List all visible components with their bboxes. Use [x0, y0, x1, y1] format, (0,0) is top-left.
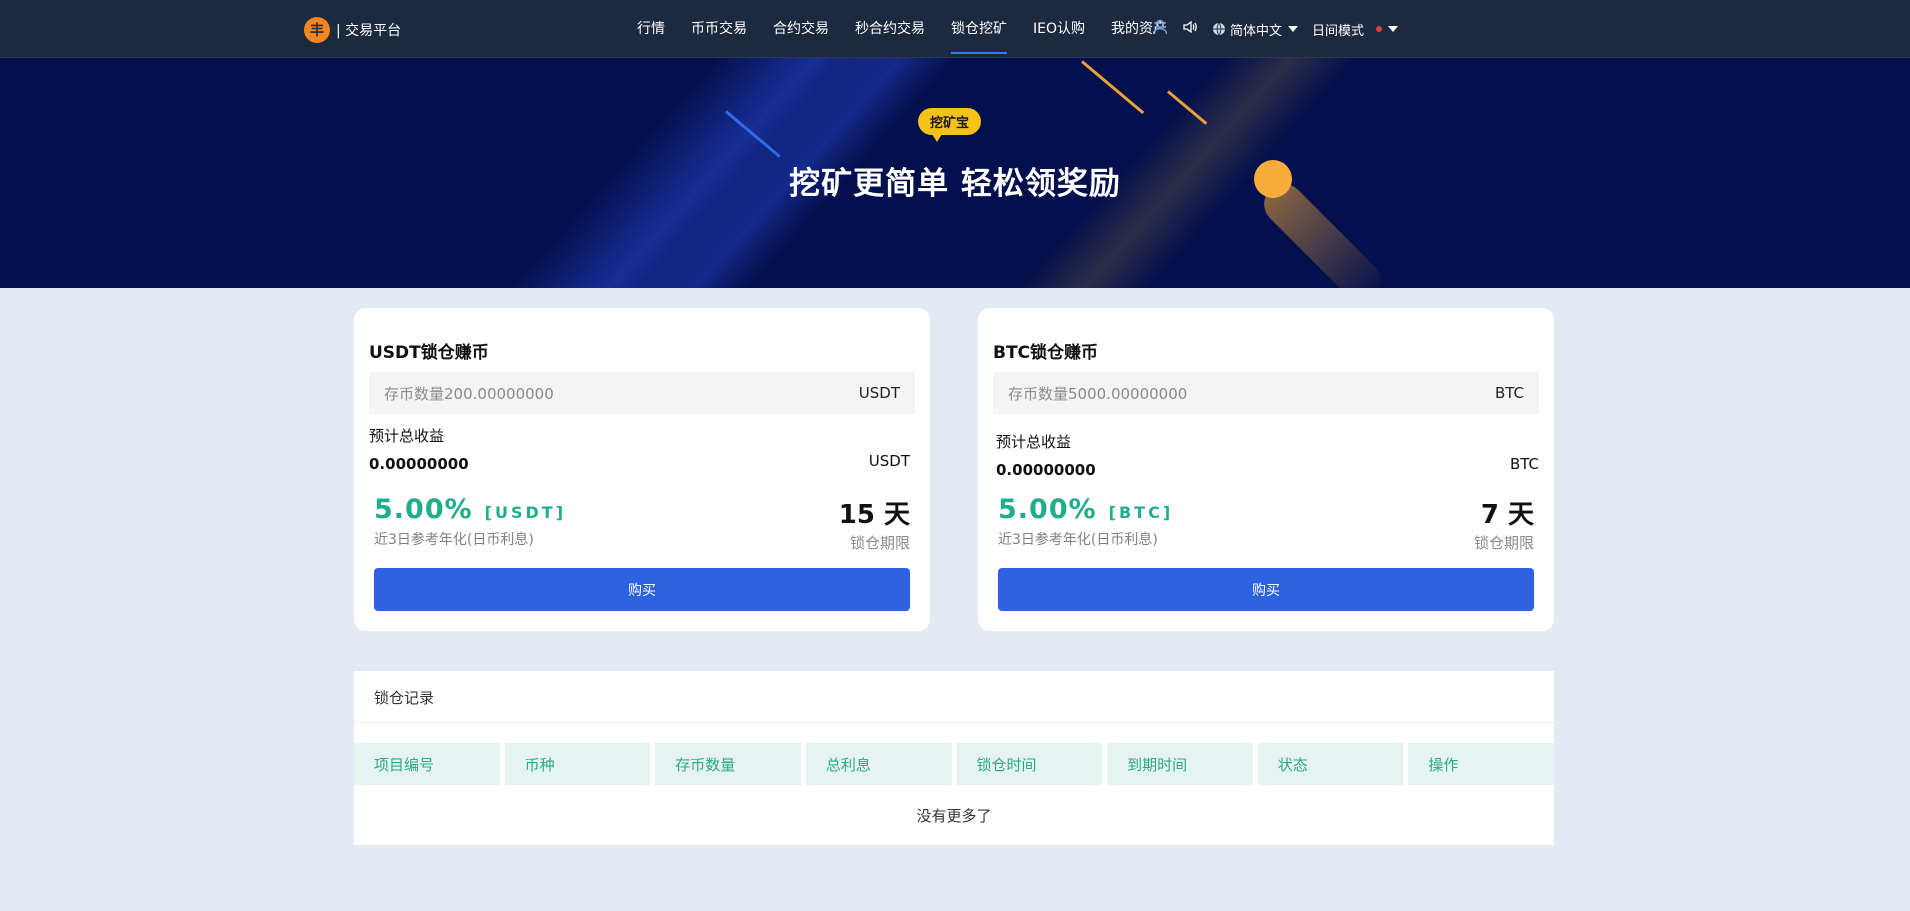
top-navbar: 丰 | 交易平台 行情 币币交易 合约交易 秒合约交易 锁仓挖矿 IEO认购 我…: [0, 0, 1910, 58]
deposit-amount-unit: USDT: [858, 384, 900, 402]
nav-right-tools: 简体中文 日间模式: [1152, 0, 1399, 58]
column-header-expire-time: 到期时间: [1107, 743, 1253, 785]
nav-links: 行情 币币交易 合约交易 秒合约交易 锁仓挖矿 IEO认购 我的资产: [624, 0, 1180, 58]
staking-card-btc: BTC锁仓赚币 存币数量5000.00000000 BTC 预计总收益 0.00…: [978, 308, 1554, 631]
globe-icon: [1213, 22, 1225, 36]
estimated-income-unit: BTC: [1509, 455, 1539, 473]
column-header-action: 操作: [1408, 743, 1554, 785]
nav-item-contract-trading[interactable]: 合约交易: [760, 0, 842, 58]
deposit-amount-unit: BTC: [1494, 384, 1524, 402]
language-selector[interactable]: 简体中文: [1212, 20, 1299, 39]
divider: [354, 722, 1554, 723]
chevron-down-icon: [1388, 26, 1399, 32]
deposit-amount-input[interactable]: 存币数量200.00000000 USDT: [369, 372, 915, 414]
lock-period-label: 锁仓期限: [1473, 534, 1534, 552]
empty-state-text: 没有更多了: [916, 807, 992, 825]
buy-button[interactable]: 购买: [998, 568, 1534, 611]
buy-button[interactable]: 购买: [374, 568, 910, 611]
annual-rate: 5.00% [BTC]: [998, 494, 1173, 525]
user-icon[interactable]: [1152, 19, 1168, 39]
logo[interactable]: 丰 | 交易平台: [304, 17, 402, 43]
lock-period-value: 15 天: [838, 500, 910, 530]
card-title: BTC锁仓赚币: [993, 343, 1099, 363]
column-header-lock-time: 锁仓时间: [956, 743, 1103, 785]
logo-icon: 丰: [304, 17, 330, 43]
lock-period-value: 7 天: [1480, 500, 1534, 530]
estimated-income-value: 0.00000000: [369, 455, 469, 473]
lock-period-label: 锁仓期限: [849, 534, 910, 552]
annual-rate-description: 近3日参考年化(日币利息): [998, 532, 1158, 548]
theme-mode-selector[interactable]: 日间模式: [1312, 20, 1399, 39]
card-title: USDT锁仓赚币: [369, 343, 489, 363]
estimated-income-unit: USDT: [868, 452, 910, 470]
nav-item-second-contract[interactable]: 秒合约交易: [842, 0, 938, 58]
deposit-amount-placeholder: 存币数量5000.00000000: [1008, 384, 1188, 403]
annual-rate-value: 5.00%: [998, 494, 1097, 525]
theme-mode-label: 日间模式: [1312, 23, 1365, 39]
speaker-icon[interactable]: [1182, 19, 1198, 39]
decor-streak: [1081, 60, 1145, 115]
records-table-header: 项目编号 币种 存币数量 总利息 锁仓时间 到期时间 状态 操作: [354, 743, 1554, 785]
chevron-down-icon: [1288, 26, 1299, 32]
nav-item-spot-trading[interactable]: 币币交易: [678, 0, 760, 58]
annual-rate-value: 5.00%: [374, 494, 473, 525]
deposit-amount-placeholder: 存币数量200.00000000: [384, 384, 554, 403]
estimated-income-label: 预计总收益: [996, 433, 1072, 451]
lock-records-panel: 锁仓记录 项目编号 币种 存币数量 总利息 锁仓时间 到期时间 状态 操作 没有…: [354, 671, 1554, 845]
column-header-status: 状态: [1257, 743, 1404, 785]
estimated-income-label: 预计总收益: [369, 427, 445, 445]
nav-item-lock-mining[interactable]: 锁仓挖矿: [938, 0, 1020, 58]
column-header-coin: 币种: [504, 743, 651, 785]
deposit-amount-input[interactable]: 存币数量5000.00000000 BTC: [993, 372, 1539, 414]
column-header-project-id: 项目编号: [354, 743, 500, 785]
annual-rate: 5.00% [USDT]: [374, 494, 566, 525]
logo-text: | 交易平台: [336, 23, 402, 39]
annual-rate-coin: [USDT]: [484, 503, 567, 522]
nav-item-ieo[interactable]: IEO认购: [1020, 0, 1098, 58]
hero-banner: 挖矿宝 挖矿更简单 轻松领奖励: [0, 58, 1910, 288]
hero-title: 挖矿更简单 轻松领奖励: [789, 166, 1121, 202]
estimated-income-value: 0.00000000: [996, 461, 1096, 479]
notification-dot: [1376, 26, 1383, 32]
annual-rate-description: 近3日参考年化(日币利息): [374, 532, 534, 548]
column-header-amount: 存币数量: [655, 743, 801, 785]
staking-card-usdt: USDT锁仓赚币 存币数量200.00000000 USDT 预计总收益 0.0…: [354, 308, 930, 631]
language-label: 简体中文: [1230, 23, 1283, 39]
hero-badge: 挖矿宝: [918, 108, 982, 142]
annual-rate-coin: [BTC]: [1108, 503, 1174, 522]
records-title: 锁仓记录: [374, 689, 435, 707]
nav-item-market[interactable]: 行情: [624, 0, 678, 58]
column-header-total-interest: 总利息: [805, 743, 952, 785]
